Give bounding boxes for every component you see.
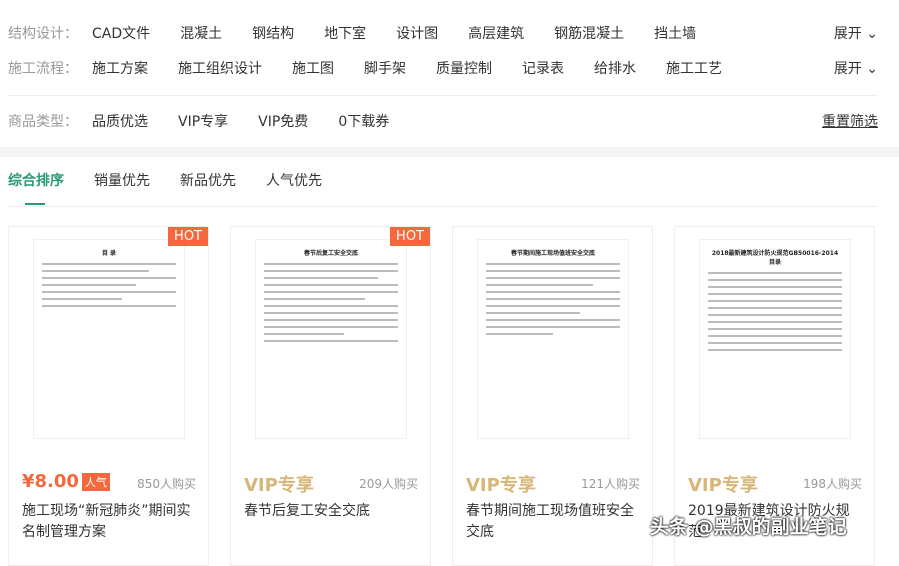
document-preview: 目 录 bbox=[33, 239, 185, 439]
product-title[interactable]: 施工现场“新冠肺炎”期间实名制管理方案 bbox=[22, 501, 194, 543]
expand-button[interactable]: 展开 ⌄ bbox=[834, 58, 878, 78]
document-preview: 春节后复工安全交底 bbox=[255, 239, 407, 439]
filter-item[interactable]: 质量控制 bbox=[436, 58, 492, 78]
filter-item[interactable]: 挡土墙 bbox=[654, 23, 696, 43]
active-tab-indicator bbox=[25, 203, 45, 205]
price: ¥8.00 bbox=[22, 471, 79, 492]
watermark: 头条 @黑叔的副业笔记 bbox=[650, 516, 847, 538]
filter-item[interactable]: VIP免费 bbox=[258, 111, 308, 131]
divider bbox=[8, 95, 878, 96]
hot-badge: HOT bbox=[168, 227, 208, 246]
reset-filter-link[interactable]: 重置筛选 bbox=[822, 111, 878, 131]
filter-item[interactable]: 给排水 bbox=[594, 58, 636, 78]
document-preview: 2018最新建筑设计防火规范GB50016-2014 目录 bbox=[699, 239, 851, 439]
filter-row-process: 施工流程： 施工方案 施工组织设计 施工图 脚手架 质量控制 记录表 给排水 施… bbox=[8, 56, 878, 80]
filter-row-structure: 结构设计： CAD文件 混凝土 钢结构 地下室 设计图 高层建筑 钢筋混凝土 挡… bbox=[8, 21, 878, 45]
purchase-count: 121人购买 bbox=[581, 477, 640, 491]
tab-popular[interactable]: 人气优先 bbox=[266, 170, 322, 190]
filter-item[interactable]: 设计图 bbox=[396, 23, 438, 43]
tab-comprehensive[interactable]: 综合排序 bbox=[8, 170, 64, 190]
section-separator bbox=[0, 147, 899, 157]
purchase-count: 850人购买 bbox=[137, 477, 196, 491]
filter-item[interactable]: VIP专享 bbox=[178, 111, 228, 131]
purchase-count: 198人购买 bbox=[803, 477, 862, 491]
filter-item[interactable]: 脚手架 bbox=[364, 58, 406, 78]
filter-item[interactable]: 施工方案 bbox=[92, 58, 148, 78]
filter-item[interactable]: 施工图 bbox=[292, 58, 334, 78]
tab-new[interactable]: 新品优先 bbox=[180, 170, 236, 190]
filter-item[interactable]: 钢筋混凝土 bbox=[554, 23, 624, 43]
filter-item[interactable]: 品质优选 bbox=[92, 111, 148, 131]
filter-item[interactable]: 高层建筑 bbox=[468, 23, 524, 43]
product-card[interactable]: 春节期间施工现场值班安全交底 VIP专享 121人购买 春节期间施工现场值班安全… bbox=[452, 226, 653, 566]
filter-item[interactable]: 0下载券 bbox=[338, 111, 389, 131]
product-card[interactable]: 春节后复工安全交底 HOT VIP专享 209人购买 春节后复工安全交底 bbox=[230, 226, 431, 566]
document-preview: 春节期间施工现场值班安全交底 bbox=[477, 239, 629, 439]
expand-button[interactable]: 展开 ⌄ bbox=[834, 23, 878, 43]
filter-item[interactable]: 地下室 bbox=[324, 23, 366, 43]
vip-label: VIP专享 bbox=[688, 475, 758, 496]
product-title[interactable]: 春节后复工安全交底 bbox=[244, 501, 416, 522]
product-card[interactable]: 目 录 HOT ¥8.00 人气 850人购买 施工现场“新冠肺炎”期间实名制管理… bbox=[8, 226, 209, 566]
divider bbox=[8, 206, 878, 207]
purchase-count: 209人购买 bbox=[359, 477, 418, 491]
tab-sales[interactable]: 销量优先 bbox=[94, 170, 150, 190]
filter-item[interactable]: 施工工艺 bbox=[666, 58, 722, 78]
filter-row-type: 商品类型： 品质优选 VIP专享 VIP免费 0下载券 重置筛选 bbox=[8, 109, 878, 133]
filter-label: 商品类型： bbox=[8, 114, 78, 130]
filter-item[interactable]: 钢结构 bbox=[252, 23, 294, 43]
vip-label: VIP专享 bbox=[466, 475, 536, 496]
product-title[interactable]: 春节期间施工现场值班安全交底 bbox=[466, 501, 638, 543]
filter-label: 施工流程： bbox=[8, 61, 78, 77]
vip-label: VIP专享 bbox=[244, 475, 314, 496]
filter-item[interactable]: CAD文件 bbox=[92, 23, 150, 43]
filter-item[interactable]: 施工组织设计 bbox=[178, 58, 262, 78]
filter-label: 结构设计： bbox=[8, 26, 78, 42]
hot-badge: HOT bbox=[390, 227, 430, 246]
filter-item[interactable]: 混凝土 bbox=[180, 23, 222, 43]
popular-tag: 人气 bbox=[81, 472, 110, 491]
filter-item[interactable]: 记录表 bbox=[522, 58, 564, 78]
sort-tabs: 综合排序 销量优先 新品优先 人气优先 bbox=[8, 170, 352, 190]
